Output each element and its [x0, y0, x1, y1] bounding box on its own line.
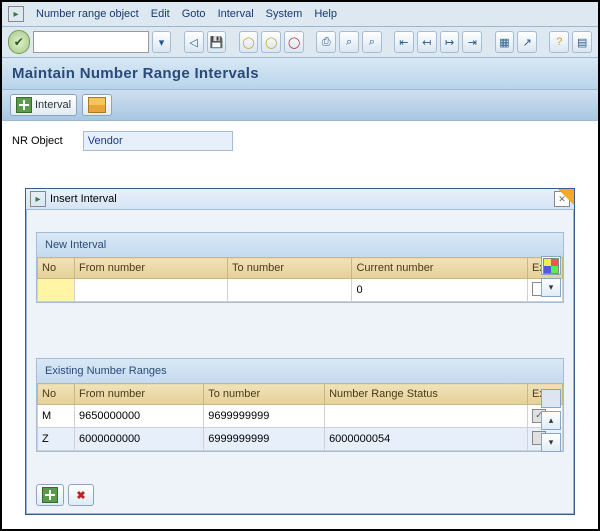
dialog-menu-icon[interactable]: ▸ [30, 191, 46, 207]
dropdown-icon[interactable]: ▾ [152, 31, 172, 53]
app-toolbar: Interval [2, 90, 598, 121]
interval-button-label: Interval [35, 99, 71, 111]
col-to: To number [204, 384, 325, 405]
page-title: Maintain Number Range Intervals [12, 65, 259, 82]
window-menu-icon[interactable]: ▸ [8, 6, 24, 22]
interval-button[interactable]: Interval [10, 94, 77, 116]
table-row: Z 6000000000 6999999999 6000000054 [38, 428, 563, 451]
col-to: To number [228, 258, 352, 279]
x-icon: ✖ [74, 488, 88, 502]
shortcut-icon[interactable]: ↗ [517, 31, 537, 53]
cell-no: Z [38, 428, 75, 451]
menu-bar: ▸ Number range object Edit Goto Interval… [2, 2, 598, 27]
cell-to[interactable] [228, 279, 352, 302]
menu-item-interval[interactable]: Interval [218, 8, 254, 20]
cell-to: 9699999999 [204, 405, 325, 428]
col-status: Number Range Status [325, 384, 528, 405]
exit-button[interactable]: ◯ [261, 31, 281, 53]
new-interval-table: No From number To number Current number … [37, 257, 563, 302]
column-config-button[interactable] [541, 256, 561, 275]
last-page-icon[interactable]: ⇥ [462, 31, 482, 53]
display-button[interactable] [82, 94, 112, 116]
delete-row-button[interactable]: ✖ [68, 484, 94, 506]
form-row: NR Object Vendor [2, 121, 598, 161]
save-icon[interactable]: 💾 [207, 31, 227, 53]
prev-page-icon[interactable]: ↤ [417, 31, 437, 53]
scroll-up-button[interactable]: ▴ [541, 411, 561, 430]
print-icon[interactable]: ⎙ [316, 31, 336, 53]
dialog-title: Insert Interval [50, 193, 117, 205]
back-icon[interactable]: ◁ [184, 31, 204, 53]
scroll-down-button[interactable]: ▾ [541, 278, 561, 297]
spacer-button [541, 389, 561, 408]
dialog-corner-icon [558, 189, 574, 205]
new-interval-header: New Interval [37, 233, 563, 257]
cell-from: 6000000000 [75, 428, 204, 451]
table-icon [88, 97, 106, 113]
cell-from: 9650000000 [75, 405, 204, 428]
insert-interval-dialog: ▸ Insert Interval ✕ New Interval No From… [25, 188, 575, 515]
cell-status: 6000000054 [325, 428, 528, 451]
add-row-button[interactable] [36, 484, 64, 506]
scroll-down-button[interactable]: ▾ [541, 433, 561, 452]
cell-curr[interactable]: 0 [352, 279, 528, 302]
existing-ranges-table: No From number To number Number Range St… [37, 383, 563, 451]
title-bar: Maintain Number Range Intervals [2, 58, 598, 90]
new-session-icon[interactable]: ▦ [495, 31, 515, 53]
back-button[interactable]: ◯ [239, 31, 259, 53]
first-page-icon[interactable]: ⇤ [394, 31, 414, 53]
existing-ranges-header: Existing Number Ranges [37, 359, 563, 383]
cell-from[interactable] [75, 279, 228, 302]
find-next-icon[interactable]: ⌕ [362, 31, 382, 53]
cell-to: 6999999999 [204, 428, 325, 451]
system-toolbar: ✔ ▾ ◁ 💾 ◯ ◯ ◯ ⎙ ⌕ ⌕ ⇤ ↤ ↦ ⇥ ▦ ↗ ? ▤ [2, 27, 598, 58]
menu-item-goto[interactable]: Goto [182, 8, 206, 20]
cell-status [325, 405, 528, 428]
cancel-button[interactable]: ◯ [284, 31, 304, 53]
plus-icon [42, 487, 58, 503]
col-from: From number [75, 384, 204, 405]
menu-item-help[interactable]: Help [314, 8, 337, 20]
nr-object-label: NR Object [12, 135, 63, 147]
nr-object-field: Vendor [83, 131, 233, 151]
col-from: From number [75, 258, 228, 279]
menu-item-system[interactable]: System [266, 8, 303, 20]
command-field[interactable] [33, 31, 149, 53]
menu-item-edit[interactable]: Edit [151, 8, 170, 20]
help-icon[interactable]: ? [549, 31, 569, 53]
layout-icon[interactable]: ▤ [572, 31, 592, 53]
table-row: 0 [38, 279, 563, 302]
enter-button[interactable]: ✔ [8, 30, 30, 54]
find-icon[interactable]: ⌕ [339, 31, 359, 53]
col-no: No [38, 258, 75, 279]
next-page-icon[interactable]: ↦ [440, 31, 460, 53]
menu-item-nro[interactable]: Number range object [36, 8, 139, 20]
col-curr: Current number [352, 258, 528, 279]
plus-icon [16, 97, 32, 113]
table-row: M 9650000000 9699999999 ✓ [38, 405, 563, 428]
cell-no: M [38, 405, 75, 428]
cell-no[interactable] [38, 279, 75, 302]
grid-icon [543, 258, 559, 274]
col-no: No [38, 384, 75, 405]
